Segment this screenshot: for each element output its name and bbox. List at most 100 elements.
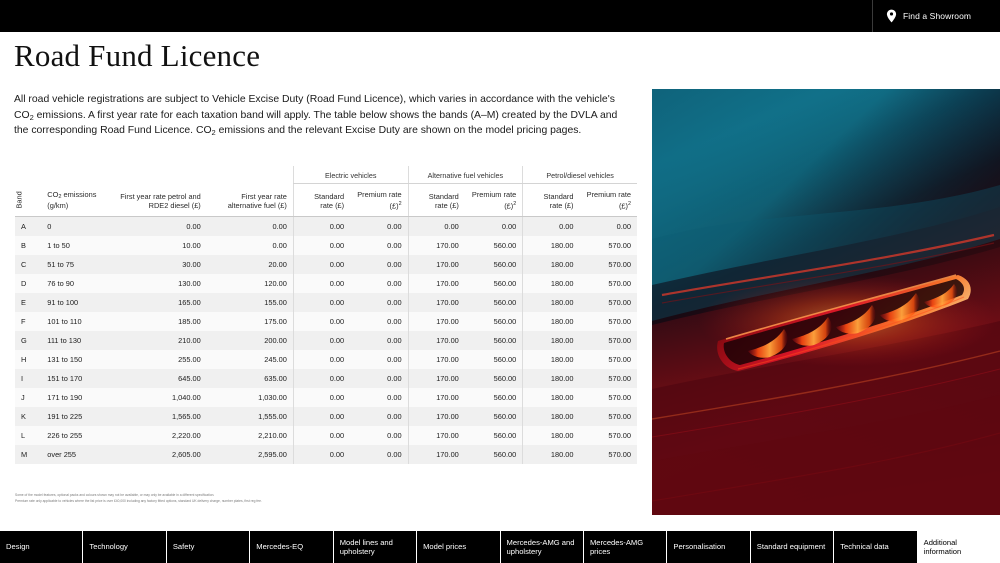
cell-first-year-alternative: 245.00 (207, 350, 294, 369)
nav-tab-technical-data[interactable]: Technical data (834, 531, 917, 563)
cell-first-year-alternative: 1,030.00 (207, 388, 294, 407)
top-bar-divider (872, 0, 873, 32)
cell-first-year-alternative: 0.00 (207, 236, 294, 255)
cell-pd-premium-rate: 570.00 (579, 426, 637, 445)
cell-pd-premium-rate: 570.00 (579, 274, 637, 293)
cell-alt-premium-rate: 560.00 (465, 445, 523, 464)
cell-first-year-alternative: 2,595.00 (207, 445, 294, 464)
cell-ev-standard-rate: 0.00 (293, 255, 350, 274)
nav-tab-label: Personalisation (673, 542, 725, 552)
cell-alt-standard-rate: 0.00 (408, 216, 465, 236)
table-row: C51 to 7530.0020.000.000.00170.00560.001… (15, 255, 637, 274)
cell-ev-premium-rate: 0.00 (350, 407, 408, 426)
cell-ev-premium-rate: 0.00 (350, 312, 408, 331)
cell-ev-premium-rate: 0.00 (350, 255, 408, 274)
cell-alt-standard-rate: 170.00 (408, 388, 465, 407)
cell-ev-premium-rate: 0.00 (350, 369, 408, 388)
cell-pd-standard-rate: 180.00 (523, 350, 580, 369)
table-row: L226 to 2552,220.002,210.000.000.00170.0… (15, 426, 637, 445)
nav-tab-technology[interactable]: Technology (83, 531, 166, 563)
intro-part-3: emissions and the relevant Excise Duty a… (216, 125, 582, 136)
table-row: D76 to 90130.00120.000.000.00170.00560.0… (15, 274, 637, 293)
cell-co2-emissions: 131 to 150 (41, 350, 107, 369)
column-header-co2-prefix: CO (47, 190, 58, 199)
cell-ev-standard-rate: 0.00 (293, 331, 350, 350)
cell-pd-standard-rate: 180.00 (523, 445, 580, 464)
cell-first-year-petrol: 2,220.00 (108, 426, 207, 445)
cell-pd-standard-rate: 180.00 (523, 236, 580, 255)
nav-tab-additional-information[interactable]: Additional information (918, 531, 1000, 563)
cell-alt-standard-rate: 170.00 (408, 236, 465, 255)
nav-tab-label: Technology (89, 542, 127, 552)
cell-pd-premium-rate: 570.00 (579, 331, 637, 350)
alt-premium-text: Premium rate (£) (472, 190, 516, 210)
cell-first-year-petrol: 1,040.00 (108, 388, 207, 407)
cell-first-year-alternative: 120.00 (207, 274, 294, 293)
nav-tab-label: Mercedes-AMG and upholstery (507, 538, 577, 557)
table-row: F101 to 110185.00175.000.000.00170.00560… (15, 312, 637, 331)
nav-tab-label: Technical data (840, 542, 889, 552)
top-bar: Find a Showroom (0, 0, 1000, 32)
group-blank-co2 (41, 166, 107, 183)
nav-tab-mercedes-eq[interactable]: Mercedes-EQ (250, 531, 333, 563)
cell-alt-standard-rate: 170.00 (408, 407, 465, 426)
footnotes: Some of the model features, optional pac… (15, 492, 635, 504)
cell-ev-standard-rate: 0.00 (293, 216, 350, 236)
nav-tab-standard-equipment[interactable]: Standard equipment (751, 531, 834, 563)
cell-first-year-petrol: 10.00 (108, 236, 207, 255)
group-blank-first-year-petrol (108, 166, 207, 183)
table-row: I151 to 170645.00635.000.000.00170.00560… (15, 369, 637, 388)
cell-co2-emissions: 101 to 110 (41, 312, 107, 331)
nav-tab-safety[interactable]: Safety (167, 531, 250, 563)
cell-first-year-petrol: 185.00 (108, 312, 207, 331)
co2-subscript-2: 2 (212, 128, 216, 137)
cell-ev-standard-rate: 0.00 (293, 445, 350, 464)
cell-first-year-alternative: 0.00 (207, 216, 294, 236)
column-header-pd-standard-rate: Standard rate (£) (523, 183, 580, 216)
cell-co2-emissions: 0 (41, 216, 107, 236)
cell-alt-standard-rate: 170.00 (408, 274, 465, 293)
cell-first-year-alternative: 635.00 (207, 369, 294, 388)
cell-band: F (15, 312, 41, 331)
cell-first-year-alternative: 20.00 (207, 255, 294, 274)
cell-ev-standard-rate: 0.00 (293, 426, 350, 445)
find-a-showroom-button[interactable]: Find a Showroom (886, 0, 971, 32)
nav-tab-design[interactable]: Design (0, 531, 83, 563)
cell-pd-standard-rate: 180.00 (523, 407, 580, 426)
nav-tab-model-prices[interactable]: Model prices (417, 531, 500, 563)
cell-pd-premium-rate: 570.00 (579, 312, 637, 331)
column-header-band: Band (15, 183, 41, 216)
cell-ev-premium-rate: 0.00 (350, 445, 408, 464)
nav-tab-personalisation[interactable]: Personalisation (667, 531, 750, 563)
cell-alt-premium-rate: 560.00 (465, 312, 523, 331)
table-column-header-row: Band CO2 emissions (g/km) First year rat… (15, 183, 637, 216)
cell-ev-premium-rate: 0.00 (350, 236, 408, 255)
cell-band: M (15, 445, 41, 464)
intro-paragraph: All road vehicle registrations are subje… (14, 92, 634, 139)
cell-ev-standard-rate: 0.00 (293, 350, 350, 369)
cell-alt-standard-rate: 170.00 (408, 369, 465, 388)
cell-co2-emissions: 191 to 225 (41, 407, 107, 426)
cell-first-year-alternative: 200.00 (207, 331, 294, 350)
cell-alt-premium-rate: 560.00 (465, 350, 523, 369)
table-body: A00.000.000.000.000.000.000.000.00B1 to … (15, 216, 637, 464)
location-pin-icon (886, 9, 897, 23)
find-a-showroom-label: Find a Showroom (903, 11, 971, 21)
table-row: A00.000.000.000.000.000.000.000.00 (15, 216, 637, 236)
cell-pd-premium-rate: 570.00 (579, 407, 637, 426)
cell-ev-premium-rate: 0.00 (350, 426, 408, 445)
nav-tab-mercedes-amg-and-upholstery[interactable]: Mercedes-AMG and upholstery (501, 531, 584, 563)
cell-alt-standard-rate: 170.00 (408, 312, 465, 331)
nav-tab-mercedes-amg-prices[interactable]: Mercedes-AMG prices (584, 531, 667, 563)
cell-co2-emissions: 226 to 255 (41, 426, 107, 445)
cell-ev-premium-rate: 0.00 (350, 274, 408, 293)
cell-ev-premium-rate: 0.00 (350, 388, 408, 407)
table-row: E91 to 100165.00155.000.000.00170.00560.… (15, 293, 637, 312)
road-fund-licence-table: Electric vehicles Alternative fuel vehic… (15, 166, 637, 464)
cell-ev-standard-rate: 0.00 (293, 293, 350, 312)
cell-band: C (15, 255, 41, 274)
group-blank-first-year-alt (207, 166, 294, 183)
bottom-navigation: Design Technology SafetyMercedes-EQModel l… (0, 531, 1000, 563)
ev-premium-text: Premium rate (£) (357, 190, 401, 210)
nav-tab-model-lines-and-upholstery[interactable]: Model lines and upholstery (334, 531, 417, 563)
